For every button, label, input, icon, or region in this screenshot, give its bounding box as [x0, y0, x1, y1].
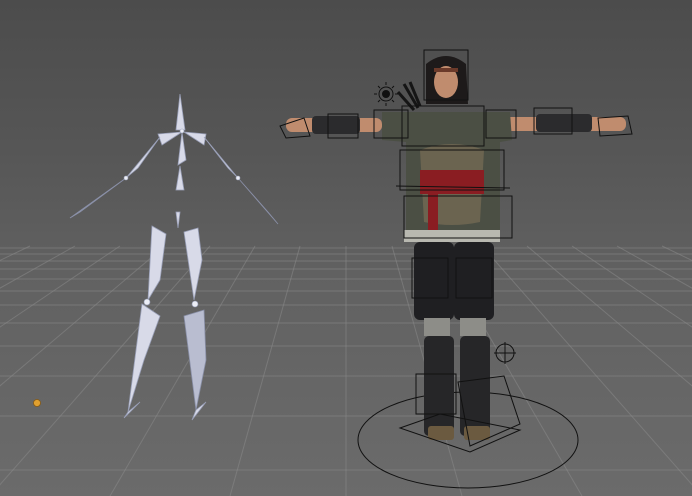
boot-sole-left — [428, 426, 454, 440]
thigh-left-bone[interactable] — [147, 225, 167, 301]
3d-viewport[interactable] — [0, 0, 692, 496]
headband — [434, 68, 458, 72]
armature-skeleton[interactable] — [69, 93, 279, 421]
knee-wrap-right — [460, 318, 486, 336]
upper-arm-right-bone[interactable] — [203, 136, 239, 179]
spine-bone[interactable] — [175, 165, 185, 191]
knee-wrap-left — [424, 318, 450, 336]
neck-joint — [179, 128, 185, 134]
upper-arm-left-bone[interactable] — [125, 136, 161, 179]
elbow-left-joint — [123, 175, 129, 181]
light-icon[interactable] — [374, 82, 398, 106]
target-locator-icon[interactable] — [494, 342, 516, 364]
forearm-right-bone[interactable] — [237, 177, 279, 225]
foot-right-bone[interactable] — [191, 401, 207, 421]
elbow-right-joint — [235, 175, 241, 181]
bracer-right — [536, 114, 592, 132]
hip-bone[interactable] — [175, 211, 181, 229]
ground-grid — [0, 245, 692, 496]
knee-right-joint — [191, 300, 199, 308]
thigh-right-bone[interactable] — [183, 227, 203, 301]
neck-bone[interactable] — [177, 131, 187, 166]
boot-left — [424, 336, 454, 436]
scene-canvas[interactable] — [0, 0, 692, 496]
shoulder-right-bone[interactable] — [183, 131, 207, 146]
forearm-left-bone[interactable] — [69, 177, 127, 219]
leg-right-mesh — [454, 242, 494, 320]
shoulder-left-bone[interactable] — [157, 131, 183, 146]
knee-left-joint — [143, 298, 151, 306]
shin-left-bone[interactable] — [127, 303, 161, 413]
origin-point-icon[interactable] — [33, 399, 41, 407]
head-bone[interactable] — [175, 93, 186, 131]
bracer-left — [312, 116, 360, 134]
shin-right-bone[interactable] — [183, 309, 207, 411]
tunic-hem — [404, 230, 500, 242]
